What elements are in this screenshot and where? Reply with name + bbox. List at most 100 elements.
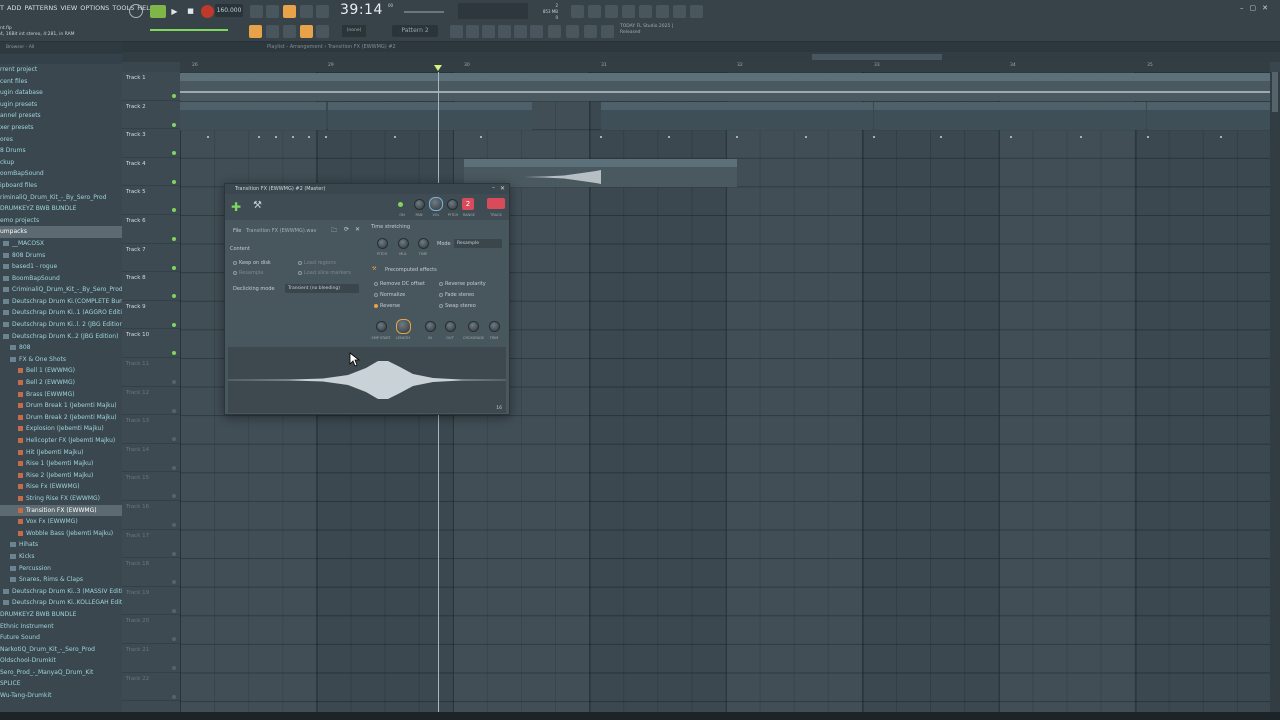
track-mute-led[interactable]: [172, 237, 176, 241]
track-mute-led[interactable]: [172, 465, 176, 470]
fade-stereo-option[interactable]: Fade stereo: [439, 292, 474, 298]
browser-folder[interactable]: Deutschrap Drum Ki.(COMPLETE Bundle): [0, 296, 122, 308]
browser-file[interactable]: Drum Break 1 (Jebemti Majku): [0, 400, 122, 412]
browser-folder[interactable]: rrent project: [0, 64, 122, 76]
track-header[interactable]: Track 13: [122, 415, 180, 444]
browser-folder[interactable]: Future Sound: [0, 632, 122, 644]
declicking-select[interactable]: Transient (no bleeding): [285, 284, 359, 293]
pan-knob[interactable]: [414, 199, 425, 210]
track-header[interactable]: Track 3: [122, 129, 180, 158]
wrench-tab-icon[interactable]: ⚒: [253, 200, 262, 211]
browser-folder[interactable]: annel presets: [0, 110, 122, 122]
track-mute-led[interactable]: [172, 551, 176, 556]
track-mute-led[interactable]: [172, 694, 176, 699]
browser-file[interactable]: String Rise FX (EWWMG): [0, 493, 122, 505]
browser-folder[interactable]: Deutschrap Drum K..2 (JBG Edition): [0, 331, 122, 343]
track-mute-led[interactable]: [172, 351, 176, 356]
tool-slip-icon[interactable]: [530, 25, 543, 38]
channel-settings-titlebar[interactable]: Transition FX (EWWMG) #2 (Master) – ✕: [225, 184, 509, 194]
sample-waveform[interactable]: 16: [228, 347, 506, 413]
track-mute-led[interactable]: [172, 666, 176, 670]
track-header[interactable]: Track 8: [122, 272, 180, 301]
menu-options[interactable]: OPTIONS: [80, 4, 109, 12]
track-header[interactable]: Track 18: [122, 558, 180, 587]
pattern-clip[interactable]: Pattern 2: [874, 102, 1146, 130]
undo-icon[interactable]: [571, 5, 584, 18]
browser-file[interactable]: Rise 2 (Jebemti Majku): [0, 470, 122, 482]
browser-header[interactable]: Browser - All: [0, 42, 122, 54]
vertical-scrollbar[interactable]: [1270, 72, 1280, 720]
countdown-icon[interactable]: [283, 5, 296, 18]
browser-folder[interactable]: BoomBapSound: [0, 273, 122, 285]
track-mute-led[interactable]: [172, 294, 176, 299]
play-icon[interactable]: ▶: [168, 5, 181, 18]
browser-folder[interactable]: umpacks: [0, 226, 122, 238]
swap-stereo-option[interactable]: Swap stereo: [439, 303, 476, 309]
menu-add[interactable]: ADD: [7, 4, 21, 12]
render-icon[interactable]: [656, 5, 669, 18]
browser-file[interactable]: Drum Break 2 (Jebemti Majku): [0, 412, 122, 424]
clear-icon[interactable]: ✕: [355, 226, 360, 233]
menu-view[interactable]: VIEW: [60, 4, 77, 12]
tool-draw-icon[interactable]: [466, 25, 479, 38]
track-header[interactable]: Track 21: [122, 644, 180, 673]
track-header[interactable]: Track 1: [122, 72, 180, 101]
browser-folder[interactable]: DRUMKEYZ BWB BUNDLE: [0, 609, 122, 621]
browser-folder[interactable]: ores: [0, 134, 122, 146]
browser-file[interactable]: Vox Fx (EWWMG): [0, 516, 122, 528]
track-header[interactable]: Track 4: [122, 158, 180, 187]
tool-select-icon[interactable]: [566, 25, 579, 38]
browser-folder[interactable]: SPLICE: [0, 678, 122, 690]
browser-folder[interactable]: Snares, Rims & Claps: [0, 574, 122, 586]
browser-file[interactable]: Hit (Jebemti Majku): [0, 447, 122, 459]
track-mute-led[interactable]: [172, 523, 176, 527]
download-icon[interactable]: [690, 5, 703, 18]
browser-folder[interactable]: Wu-Tang-Drumkit: [0, 690, 122, 702]
track-mute-led[interactable]: [172, 322, 176, 327]
audio-clip-track1[interactable]: loopcrman-1-2k26041-01b5965-hyperase #2: [180, 73, 1270, 101]
track-mute-led[interactable]: [172, 608, 176, 613]
pitch-knob[interactable]: [447, 199, 458, 210]
browser-folder[interactable]: ugin database: [0, 87, 122, 99]
pattern-clip[interactable]: Pattern 2: [328, 102, 532, 130]
sample-start-knob[interactable]: [376, 321, 387, 332]
pattern-clip[interactable]: Pattern 2: [180, 102, 326, 130]
track-header[interactable]: Track 20: [122, 615, 180, 644]
resample-option[interactable]: Resample: [233, 270, 264, 276]
pattern-clip[interactable]: Pattern 2: [601, 102, 873, 130]
tool-playback-icon[interactable]: [601, 25, 614, 38]
close-icon[interactable]: ✕: [500, 184, 505, 194]
playlist-title[interactable]: Playlist - Arrangement › Transition FX (…: [122, 42, 1280, 52]
tool-paint-icon[interactable]: [482, 25, 495, 38]
browser-folder[interactable]: 8 Drums: [0, 145, 122, 157]
browser-file[interactable]: Bell 2 (EWWMG): [0, 377, 122, 389]
file-name[interactable]: Transition FX (EWWMG).wav: [246, 228, 317, 234]
browser-folder[interactable]: Deutschrap Drum Ki..KOLLEGAH Edition): [0, 597, 122, 609]
mixer-icon[interactable]: [300, 25, 313, 38]
tool-mute-icon[interactable]: [514, 25, 527, 38]
reverse-option[interactable]: Reverse: [374, 303, 400, 309]
piano-roll-icon[interactable]: [266, 25, 279, 38]
tool-delete-icon[interactable]: [498, 25, 511, 38]
browser-folder[interactable]: Ethnic Instrument: [0, 621, 122, 633]
horizontal-scroll-thumb[interactable]: [812, 54, 942, 60]
playlist-icon[interactable]: [249, 25, 262, 38]
track-header[interactable]: Track 11: [122, 358, 180, 387]
open-file-icon[interactable]: 🗀: [331, 226, 337, 236]
song-mode-toggle[interactable]: [150, 5, 166, 18]
normalize-option[interactable]: Normalize: [374, 292, 405, 298]
pattern-clip[interactable]: Pattern 2: [1147, 102, 1270, 130]
track-mute-led[interactable]: [172, 179, 176, 184]
browser-folder[interactable]: emo projects: [0, 215, 122, 227]
crossfade-knob[interactable]: [468, 321, 479, 332]
menu-file[interactable]: T: [0, 4, 4, 12]
track-header[interactable]: Track 5: [122, 186, 180, 215]
tool-slice-icon[interactable]: [548, 25, 561, 38]
tool-zoom-icon[interactable]: [584, 25, 597, 38]
track-mute-led[interactable]: [172, 437, 176, 442]
length-knob[interactable]: [396, 319, 411, 334]
track-header[interactable]: Track 16: [122, 501, 180, 530]
mic-icon[interactable]: [605, 5, 618, 18]
browser-folder[interactable]: Sero_Prod_-_ManyaQ_Drum_Kit: [0, 667, 122, 679]
fade-in-knob[interactable]: [425, 321, 436, 332]
